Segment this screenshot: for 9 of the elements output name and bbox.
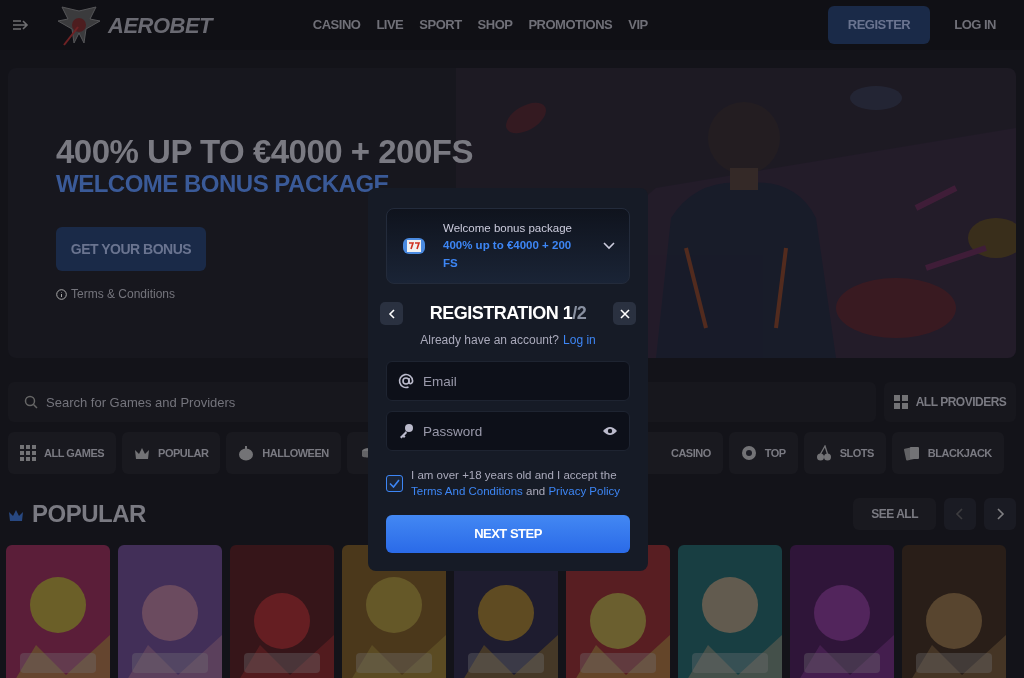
account-prompt: Already have an account?: [420, 332, 560, 349]
bonus-offer: 400% up to €4000 + 200 FS: [443, 238, 573, 271]
hero-subtitle: WELCOME BONUS PACKAGE: [56, 170, 390, 200]
section-title: POPULAR: [32, 499, 146, 529]
dialog-title: REGISTRATION: [429, 303, 559, 323]
hero-title: 400% UP TO €4000 + 200FS: [56, 134, 473, 171]
step-current: 1: [562, 303, 573, 323]
bonus-caption: Welcome bonus package: [443, 221, 573, 237]
step-total: /2: [572, 303, 587, 323]
